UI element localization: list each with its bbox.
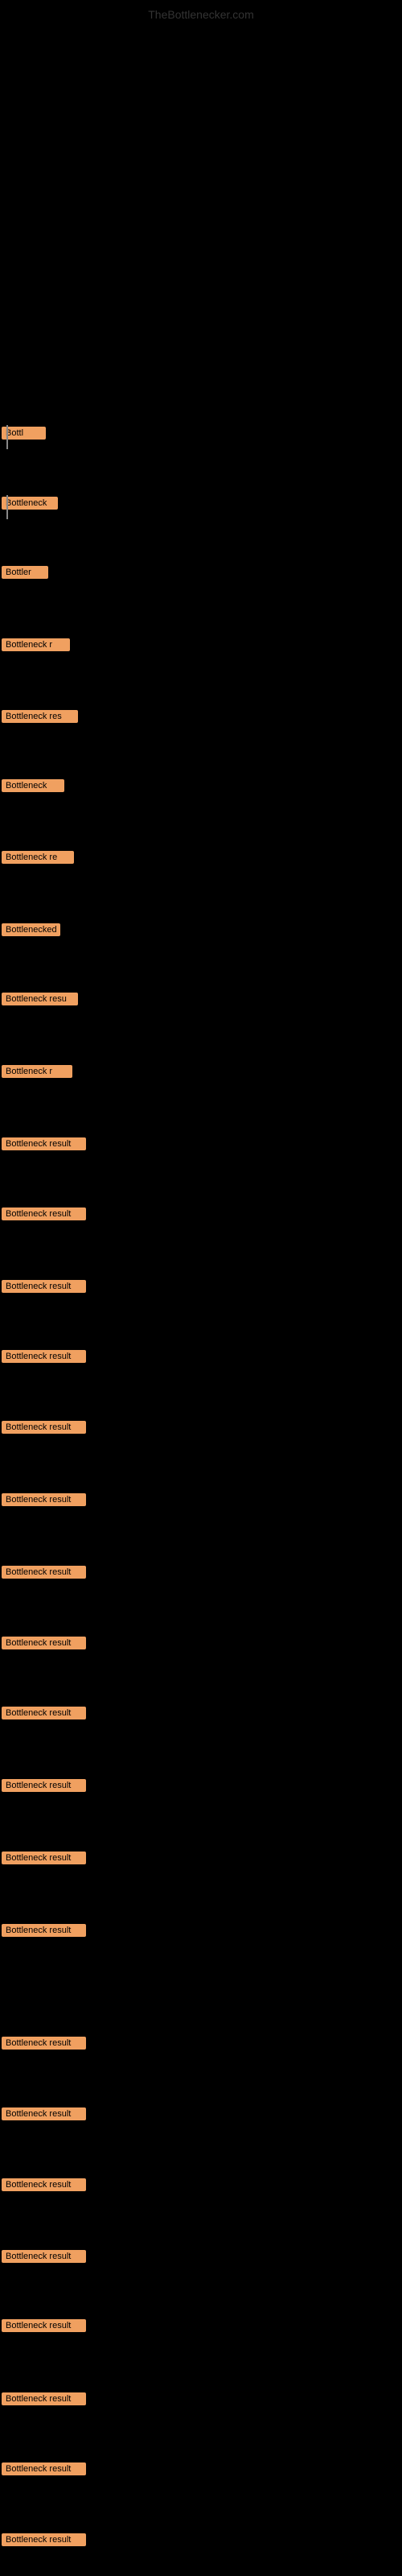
bottleneck-result-label: Bottleneck res bbox=[2, 710, 78, 723]
bottleneck-result-label: Bottleneck result bbox=[2, 2037, 86, 2050]
bottleneck-result-label: Bottleneck result bbox=[2, 1137, 86, 1150]
bottleneck-result-label: Bottleneck result bbox=[2, 1779, 86, 1792]
bottleneck-result-label: Bottleneck bbox=[2, 497, 58, 510]
bottleneck-result-label: Bottleneck result bbox=[2, 2533, 86, 2546]
bottleneck-result-label: Bottleneck result bbox=[2, 1566, 86, 1579]
bottleneck-result-label: Bottler bbox=[2, 566, 48, 579]
cursor-line bbox=[6, 425, 8, 449]
bottleneck-result-label: Bottleneck result bbox=[2, 1350, 86, 1363]
bottleneck-result-label: Bottleneck result bbox=[2, 2250, 86, 2263]
bottleneck-result-label: Bottl bbox=[2, 427, 46, 440]
bottleneck-result-label: Bottleneck result bbox=[2, 1280, 86, 1293]
bottleneck-result-label: Bottleneck bbox=[2, 779, 64, 792]
bottleneck-result-label: Bottleneck r bbox=[2, 638, 70, 651]
bottleneck-result-label: Bottleneck result bbox=[2, 1493, 86, 1506]
bottleneck-result-label: Bottleneck result bbox=[2, 1924, 86, 1937]
bottleneck-result-label: Bottleneck result bbox=[2, 2462, 86, 2475]
bottleneck-result-label: Bottleneck result bbox=[2, 1852, 86, 1864]
bottleneck-result-label: Bottleneck re bbox=[2, 851, 74, 864]
cursor-line bbox=[6, 495, 8, 519]
bottleneck-result-label: Bottleneck result bbox=[2, 1707, 86, 1719]
bottleneck-result-label: Bottleneck resu bbox=[2, 993, 78, 1005]
bottleneck-result-label: Bottleneck result bbox=[2, 2319, 86, 2332]
bottleneck-result-label: Bottleneck result bbox=[2, 1421, 86, 1434]
site-title: TheBottlenecker.com bbox=[145, 6, 257, 23]
bottleneck-result-label: Bottleneck result bbox=[2, 1637, 86, 1649]
bottleneck-result-label: Bottleneck result bbox=[2, 1208, 86, 1220]
bottleneck-result-label: Bottleneck result bbox=[2, 2107, 86, 2120]
bottleneck-result-label: Bottlenecked bbox=[2, 923, 60, 936]
bottleneck-result-label: Bottleneck r bbox=[2, 1065, 72, 1078]
bottleneck-result-label: Bottleneck result bbox=[2, 2392, 86, 2405]
bottleneck-result-label: Bottleneck result bbox=[2, 2178, 86, 2191]
